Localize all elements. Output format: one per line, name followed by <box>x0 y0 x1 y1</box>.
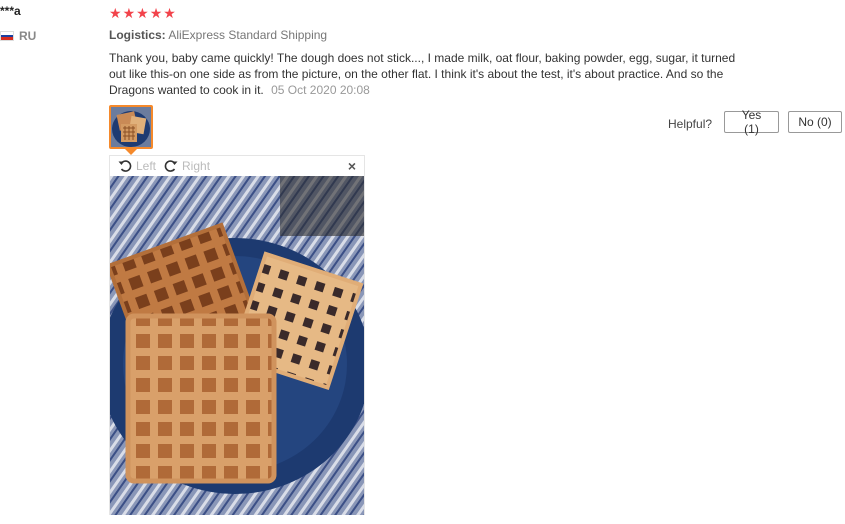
logistics-label: Logistics: <box>109 28 166 42</box>
star-icon: ★ <box>136 5 149 21</box>
photo-viewer-toolbar: Left Right × <box>110 156 364 176</box>
rotate-left-label: Left <box>136 159 157 173</box>
review-date: 05 Oct 2020 20:08 <box>271 83 370 97</box>
russia-flag-icon <box>0 31 14 41</box>
star-icon: ★ <box>163 5 176 21</box>
helpful-no-button[interactable]: No (0) <box>788 111 842 133</box>
country-code: RU <box>19 29 37 43</box>
reviewer-name: ***a <box>0 4 21 18</box>
logistics-value: AliExpress Standard Shipping <box>168 28 328 42</box>
star-icon: ★ <box>109 5 122 21</box>
logistics-info: Logistics: AliExpress Standard Shipping <box>109 28 327 42</box>
star-rating: ★ ★ ★ ★ ★ <box>109 5 176 21</box>
rotate-right-icon <box>164 160 178 172</box>
close-icon[interactable]: × <box>348 158 356 174</box>
review-text: Thank you, baby came quickly! The dough … <box>109 50 749 98</box>
review-photo <box>110 176 364 515</box>
star-icon: ★ <box>149 5 163 21</box>
review-photo-thumbnail[interactable] <box>109 105 153 149</box>
rotate-left-icon <box>118 160 132 172</box>
helpful-label: Helpful? <box>668 117 713 131</box>
rotate-left-button[interactable]: Left <box>118 159 156 173</box>
rotate-right-label: Right <box>182 159 211 173</box>
feedback-body: Thank you, baby came quickly! The dough … <box>109 51 736 97</box>
star-icon: ★ <box>122 5 136 21</box>
photo-viewer: Left Right × <box>109 155 365 515</box>
rotate-right-button[interactable]: Right <box>164 159 210 173</box>
reviewer-country: RU <box>0 29 36 43</box>
helpful-yes-button[interactable]: Yes (1) <box>724 108 779 136</box>
